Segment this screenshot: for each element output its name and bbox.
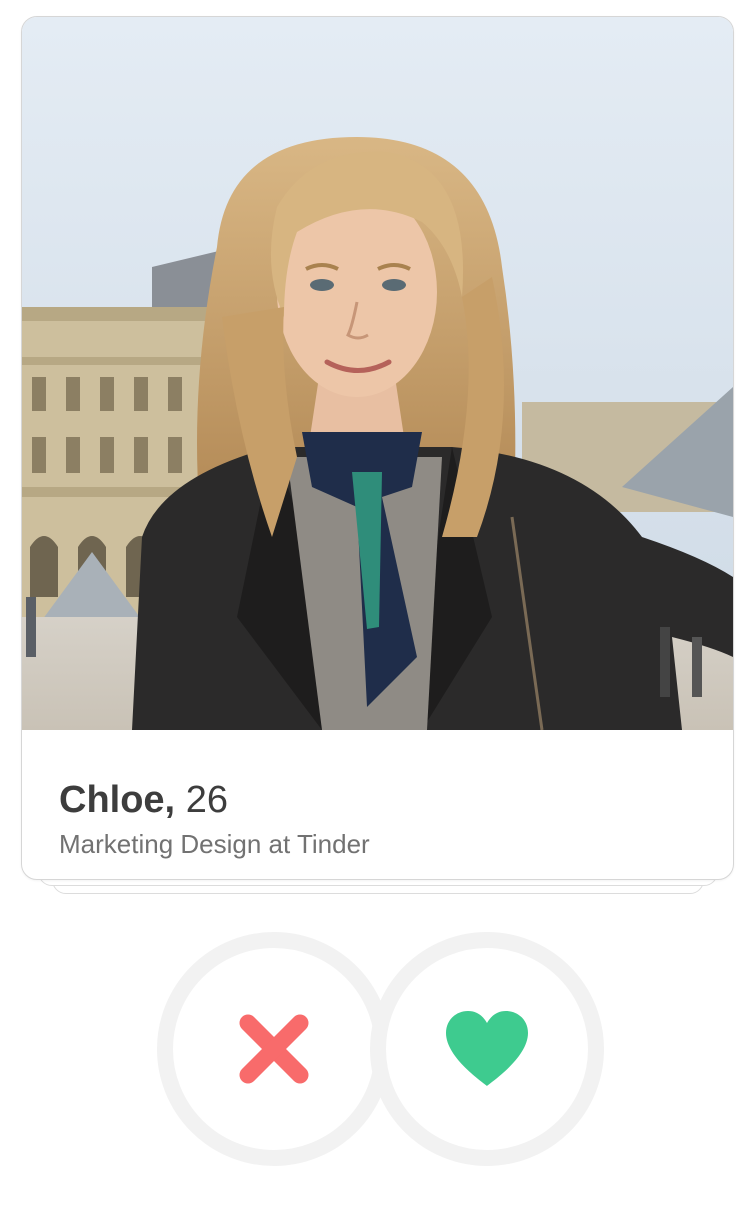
- nope-button[interactable]: [157, 932, 391, 1166]
- profile-job: Marketing Design at Tinder: [59, 829, 370, 859]
- profile-name-age: Chloe, 26: [59, 778, 228, 822]
- profile-name: Chloe,: [59, 779, 176, 821]
- x-icon: [238, 1013, 310, 1085]
- heart-icon: [444, 1010, 530, 1088]
- profile-photo: [22, 17, 733, 730]
- profile-card[interactable]: Chloe, 26 Marketing Design at Tinder: [21, 16, 734, 880]
- profile-age: 26: [185, 779, 228, 821]
- profile-info: Chloe, 26 Marketing Design at Tinder: [22, 730, 733, 879]
- like-button[interactable]: [370, 932, 604, 1166]
